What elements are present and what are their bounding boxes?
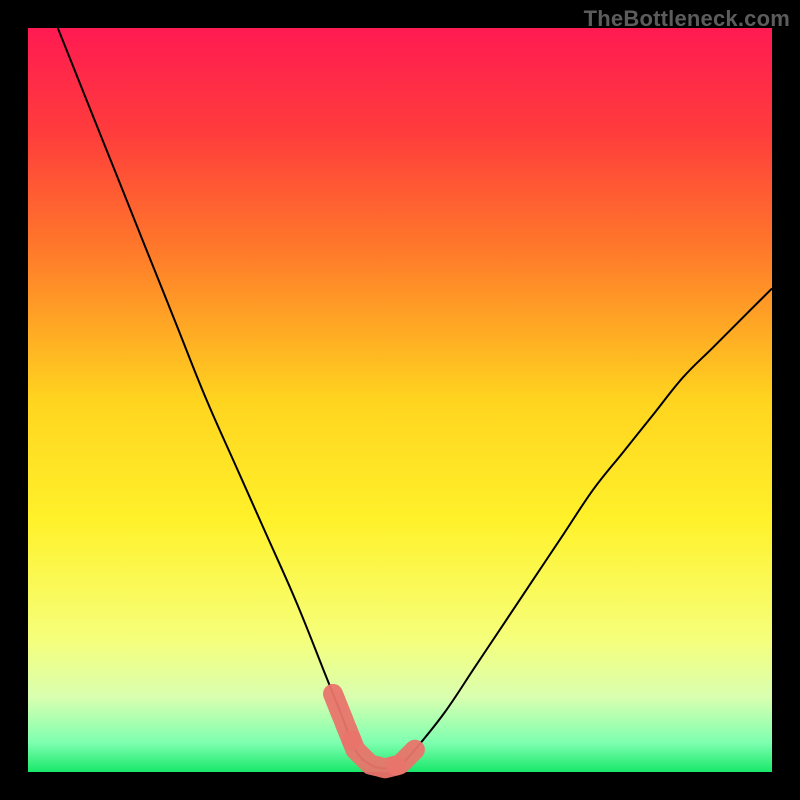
curve-layer: [28, 28, 772, 772]
chart-frame: TheBottleneck.com: [0, 0, 800, 800]
plot-area: [28, 28, 772, 772]
watermark-text: TheBottleneck.com: [584, 6, 790, 32]
bottleneck-curve: [58, 28, 772, 768]
highlight-segment-right: [396, 750, 415, 766]
